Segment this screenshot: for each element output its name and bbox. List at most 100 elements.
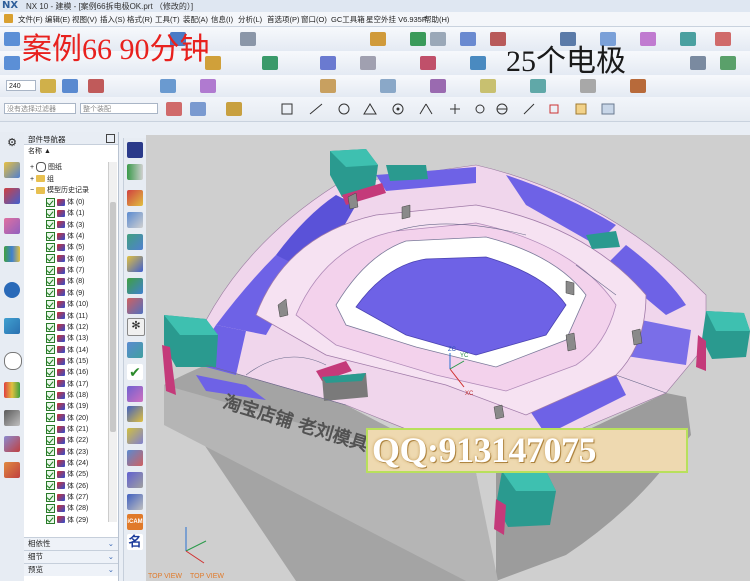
split-icon[interactable] bbox=[127, 212, 143, 228]
report-icon[interactable] bbox=[127, 472, 143, 488]
tree-node-body[interactable]: 体 (12) bbox=[46, 322, 88, 333]
list-icon[interactable] bbox=[127, 428, 143, 444]
tree-node-body[interactable]: 体 (0) bbox=[46, 197, 85, 208]
sheet-icon[interactable] bbox=[127, 386, 143, 402]
pattern-icon[interactable] bbox=[320, 56, 336, 70]
check-icon[interactable]: ✔ bbox=[127, 364, 143, 380]
visibility-checkbox[interactable] bbox=[46, 504, 55, 514]
section-icon[interactable] bbox=[430, 79, 446, 93]
rename-icon[interactable]: 名 bbox=[127, 534, 143, 550]
intersect-icon[interactable] bbox=[470, 56, 486, 70]
visibility-checkbox[interactable] bbox=[46, 254, 55, 264]
view-icon[interactable] bbox=[430, 32, 446, 46]
clock-icon[interactable] bbox=[4, 352, 22, 370]
electrode-icon[interactable] bbox=[127, 142, 143, 158]
visibility-checkbox[interactable] bbox=[46, 220, 55, 230]
visibility-checkbox[interactable] bbox=[46, 367, 55, 377]
system-scene-icon[interactable] bbox=[4, 436, 20, 452]
menu-help[interactable]: 帮助(H) bbox=[424, 14, 449, 25]
visibility-checkbox[interactable] bbox=[46, 322, 55, 332]
mirror-icon[interactable] bbox=[580, 79, 596, 93]
tree-node-body[interactable]: 体 (18) bbox=[46, 390, 88, 401]
offset-icon[interactable] bbox=[680, 32, 696, 46]
visibility-checkbox[interactable] bbox=[46, 470, 55, 480]
gear-icon[interactable]: ⚙ bbox=[4, 136, 20, 152]
expand-icon[interactable]: + bbox=[30, 164, 34, 171]
app-menu-icon[interactable] bbox=[4, 14, 13, 23]
visibility-checkbox[interactable] bbox=[46, 288, 55, 298]
visibility-checkbox[interactable] bbox=[46, 481, 55, 491]
visibility-checkbox[interactable] bbox=[46, 265, 55, 275]
palette-icon[interactable] bbox=[4, 462, 20, 478]
selection-filter-combo[interactable]: 没有选择过滤器 bbox=[4, 103, 76, 114]
tree-node-body[interactable]: 体 (16) bbox=[46, 367, 88, 378]
tree-node-body[interactable]: 体 (29) bbox=[46, 515, 88, 526]
layer-icon[interactable] bbox=[410, 32, 426, 46]
open-icon[interactable] bbox=[4, 56, 20, 70]
menu-plugin[interactable]: 星空外挂 V6.935F bbox=[366, 14, 426, 25]
block-icon[interactable] bbox=[320, 79, 336, 93]
new-file-icon[interactable] bbox=[4, 32, 20, 46]
mold-3d-model[interactable]: 淘宝店铺 老刘模具工作室 bbox=[146, 135, 750, 581]
layer-settings-icon[interactable] bbox=[40, 79, 56, 93]
tree-node-body[interactable]: 体 (21) bbox=[46, 424, 88, 435]
visibility-checkbox[interactable] bbox=[46, 401, 55, 411]
unite-icon[interactable] bbox=[360, 56, 376, 70]
base-icon[interactable] bbox=[127, 256, 143, 272]
visibility-checkbox[interactable] bbox=[46, 356, 55, 366]
cylinder-icon[interactable] bbox=[380, 79, 396, 93]
selection-scope-combo[interactable]: 整个装配 bbox=[80, 103, 158, 114]
layer-combo[interactable]: 240 bbox=[6, 80, 36, 91]
visualization-icon[interactable] bbox=[4, 382, 20, 398]
name-column-header[interactable]: 名称 ▲ bbox=[28, 146, 51, 156]
tree-node-body[interactable]: 体 (3) bbox=[46, 220, 85, 231]
menu-analysis[interactable]: 分析(L) bbox=[238, 14, 262, 25]
history-icon[interactable] bbox=[4, 318, 20, 334]
reuse-library-icon[interactable] bbox=[4, 246, 20, 262]
visibility-checkbox[interactable] bbox=[46, 436, 55, 445]
tree-node-body[interactable]: 体 (9) bbox=[46, 288, 85, 299]
tree-node-body[interactable]: 体 (4) bbox=[46, 231, 85, 242]
subtract-icon[interactable] bbox=[420, 56, 436, 70]
tree-node-body[interactable]: 体 (1) bbox=[46, 208, 85, 219]
visibility-checkbox[interactable] bbox=[46, 333, 55, 343]
filter-icon[interactable] bbox=[226, 102, 242, 116]
tree-node-body[interactable]: 体 (6) bbox=[46, 254, 85, 265]
expand-icon[interactable]: + bbox=[30, 176, 34, 183]
tree-node-body[interactable]: 体 (7) bbox=[46, 265, 85, 276]
datum-icon[interactable] bbox=[88, 79, 104, 93]
render-style-icon[interactable] bbox=[160, 79, 176, 93]
internet-explorer-icon[interactable] bbox=[4, 282, 20, 298]
tree-node-body[interactable]: 体 (13) bbox=[46, 333, 88, 344]
visibility-checkbox[interactable] bbox=[46, 243, 55, 253]
tree-node-body[interactable]: 体 (10) bbox=[46, 299, 88, 310]
menu-info[interactable]: 信息(I) bbox=[211, 14, 233, 25]
tool-icon[interactable] bbox=[630, 79, 646, 93]
visibility-checkbox[interactable] bbox=[46, 390, 55, 400]
scrollbar-thumb[interactable] bbox=[110, 202, 116, 432]
tree-node-body[interactable]: 体 (15) bbox=[46, 356, 88, 367]
collapse-icon[interactable]: − bbox=[30, 187, 34, 194]
chamfer-icon[interactable] bbox=[480, 79, 496, 93]
visibility-checkbox[interactable] bbox=[46, 447, 55, 457]
panel-preview[interactable]: 预览 ⌄ bbox=[24, 563, 118, 576]
rotate-icon[interactable] bbox=[127, 494, 143, 510]
tree-node-body[interactable]: 体 (14) bbox=[46, 345, 88, 356]
visibility-checkbox[interactable] bbox=[46, 515, 55, 525]
tree-node-body[interactable]: 体 (11) bbox=[46, 311, 88, 322]
move-face-icon[interactable] bbox=[720, 56, 736, 70]
spark-gap-icon[interactable] bbox=[127, 278, 143, 294]
snap-icon[interactable] bbox=[190, 102, 206, 116]
visibility-checkbox[interactable] bbox=[46, 492, 55, 502]
search-icon[interactable] bbox=[127, 234, 143, 250]
select-icon[interactable] bbox=[166, 102, 182, 116]
output-icon[interactable] bbox=[127, 406, 143, 422]
visibility-checkbox[interactable] bbox=[46, 424, 55, 434]
tree-node-body[interactable]: 体 (23) bbox=[46, 447, 88, 458]
tree-node-body[interactable]: 体 (25) bbox=[46, 469, 88, 480]
tree-node-body[interactable]: 体 (8) bbox=[46, 276, 85, 287]
drawing-sheet-icon[interactable] bbox=[127, 450, 143, 466]
settings-icon[interactable]: ✻ bbox=[127, 318, 145, 336]
icam-icon[interactable]: iCAM bbox=[127, 514, 143, 530]
tree-node-drawing[interactable]: + 图纸 bbox=[30, 162, 62, 173]
